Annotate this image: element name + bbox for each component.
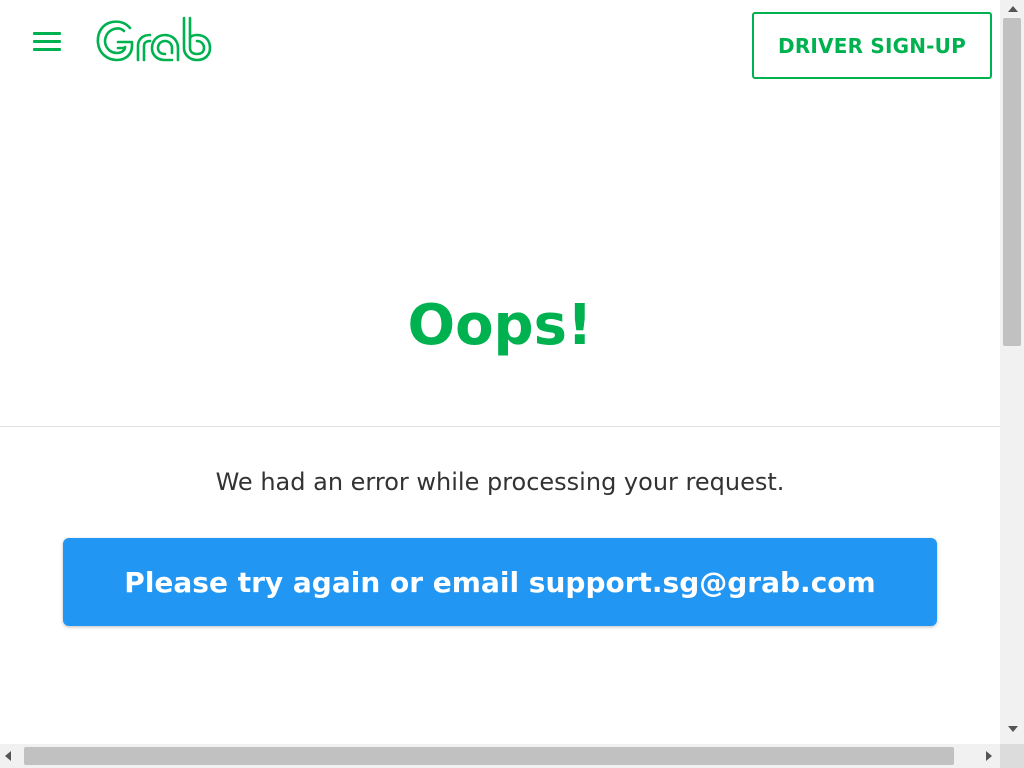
menu-line [33,32,61,35]
driver-signup-button[interactable]: DRIVER SIGN-UP [752,12,992,79]
scroll-up-arrow-icon[interactable] [1000,0,1024,16]
hamburger-menu-icon[interactable] [30,28,66,56]
grab-logo[interactable] [94,12,224,66]
scroll-left-arrow-icon[interactable] [0,744,18,768]
retry-email-button[interactable]: Please try again or email support.sg@gra… [63,538,937,626]
page-viewport: DRIVER SIGN-UP Oops! We had an error whi… [0,0,1000,744]
site-header: DRIVER SIGN-UP [0,0,1000,90]
grab-logo-icon [96,16,212,62]
horizontal-scrollbar[interactable] [0,744,1000,768]
vertical-scroll-thumb[interactable] [1003,18,1021,346]
horizontal-scroll-thumb[interactable] [24,747,954,765]
divider [0,426,1000,427]
scroll-right-arrow-icon[interactable] [980,744,998,768]
error-message: We had an error while processing your re… [215,468,785,496]
scrollbar-corner [1000,744,1024,768]
error-title: Oops! [407,293,593,358]
vertical-scrollbar[interactable] [1000,0,1024,744]
scroll-down-arrow-icon[interactable] [1000,720,1024,736]
menu-line [33,48,61,51]
menu-line [33,40,61,43]
